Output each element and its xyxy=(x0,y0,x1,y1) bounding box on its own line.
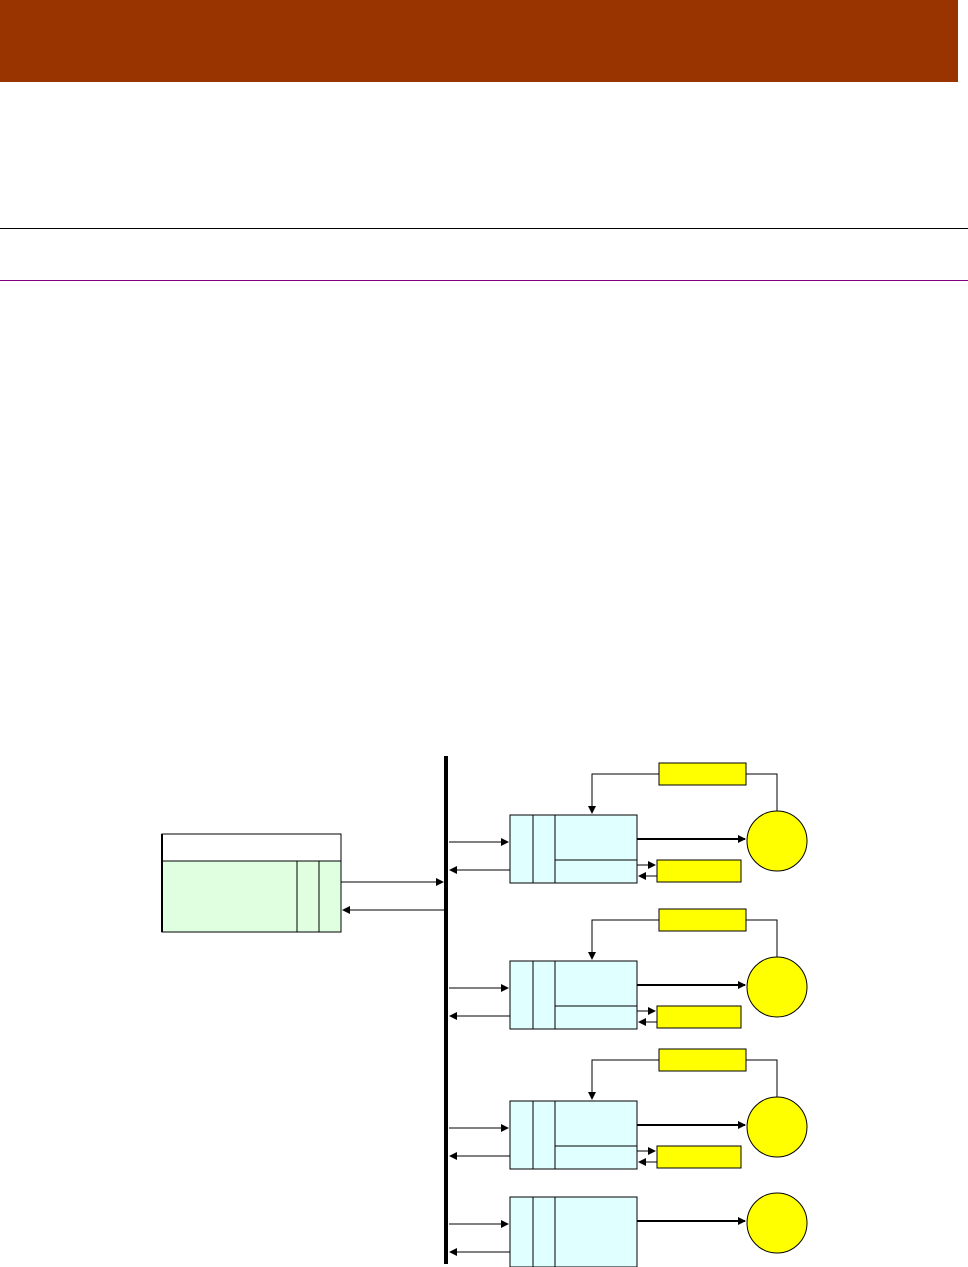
bus-diagram xyxy=(161,756,808,1267)
device-circle xyxy=(746,956,808,1018)
modules-layer xyxy=(449,762,808,1267)
feedback-arrow xyxy=(588,919,659,960)
device-circle xyxy=(746,1096,808,1158)
feedback-line xyxy=(746,1059,778,1097)
module-1 xyxy=(449,762,808,884)
module-box xyxy=(509,814,638,884)
module-3 xyxy=(449,1048,808,1170)
feedback-box xyxy=(658,1048,747,1072)
status-box xyxy=(656,859,742,883)
module-box xyxy=(509,960,638,1030)
feedback-box xyxy=(658,908,747,932)
feedback-line xyxy=(746,773,778,811)
device-circle xyxy=(746,810,808,872)
device-circle xyxy=(746,1192,808,1254)
module-box xyxy=(509,1196,638,1267)
status-box xyxy=(656,1145,742,1169)
feedback-box xyxy=(658,762,747,786)
module-box xyxy=(509,1100,638,1170)
feedback-arrow xyxy=(588,773,659,814)
module-4 xyxy=(449,1192,808,1267)
feedback-line xyxy=(746,919,778,957)
host-block xyxy=(161,833,342,933)
module-2 xyxy=(449,908,808,1030)
feedback-arrow xyxy=(588,1059,659,1100)
status-box xyxy=(656,1005,742,1029)
